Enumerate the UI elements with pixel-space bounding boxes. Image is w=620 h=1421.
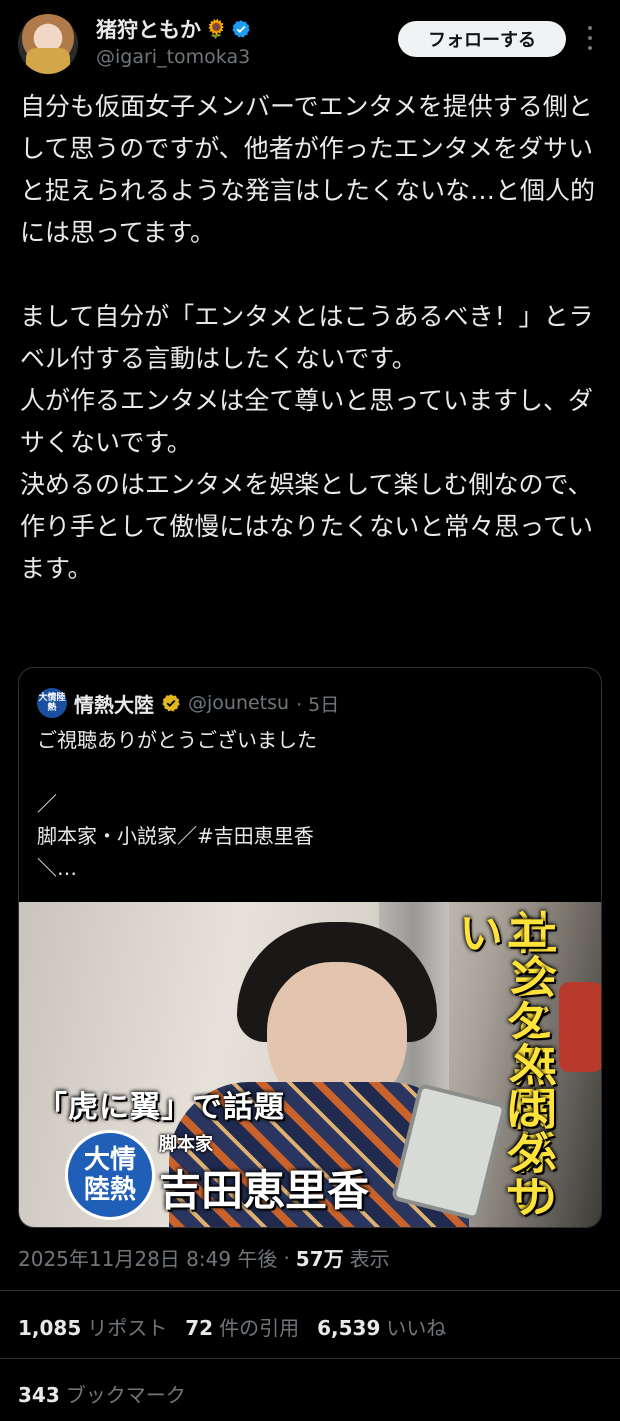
quoted-display-name: 情熱大陸 xyxy=(74,692,154,717)
tweet-text: 自分も仮面女子メンバーでエンタメを提供する側として思うのですが、他者が作ったエン… xyxy=(20,92,596,583)
likes-count: 6,539 xyxy=(317,1316,381,1340)
bookmarks-count: 343 xyxy=(18,1383,60,1407)
quotes-label: 件の引用 xyxy=(219,1316,300,1340)
tweet-header: 猪狩ともか 🌻 @igari_tomoka3 フォローする xyxy=(0,0,620,80)
likes-stat[interactable]: 6,539 いいね xyxy=(317,1312,446,1341)
quoted-time: · 5日 xyxy=(296,693,340,716)
divider xyxy=(0,1290,620,1291)
bookmarks-label: ブックマーク xyxy=(65,1383,186,1407)
image-person-name: 吉田恵里香 xyxy=(159,1166,370,1215)
quoted-tweet[interactable]: 大情陸熱 情熱大陸 @jounetsu · 5日 ご視聴ありがとうございました … xyxy=(18,667,602,1228)
reposts-label: リポスト xyxy=(87,1316,168,1340)
divider xyxy=(0,1358,620,1359)
reposts-count: 1,085 xyxy=(18,1316,82,1340)
likes-label: いいね xyxy=(386,1316,447,1340)
meta-separator: · xyxy=(283,1245,290,1270)
follow-button[interactable]: フォローする xyxy=(398,21,566,57)
more-options-icon[interactable] xyxy=(583,26,597,50)
image-toy xyxy=(559,982,601,1072)
image-headline: 「虎に翼」で話題 xyxy=(37,1090,285,1125)
timestamp[interactable]: 2025年11月28日 8:49 午後 xyxy=(18,1243,277,1272)
tweet-meta: 2025年11月28日 8:49 午後 · 57万 表示 xyxy=(18,1243,390,1272)
quoted-tweet-header: 大情陸熱 情熱大陸 @jounetsu · 5日 xyxy=(37,688,339,718)
avatar[interactable] xyxy=(18,14,78,74)
quoted-handle: @jounetsu xyxy=(188,692,290,714)
quoted-text: ご視聴ありがとうございました ／ 脚本家・小説家／#吉田恵里香 ＼… xyxy=(37,728,317,880)
views-label: 表示 xyxy=(349,1247,390,1271)
image-role-caption: 脚本家 xyxy=(159,1134,213,1155)
handle[interactable]: @igari_tomoka3 xyxy=(96,46,250,68)
affiliate-gold-badge-icon xyxy=(162,694,180,712)
views-count: 57万 xyxy=(295,1247,344,1271)
image-program-logo: 大情 陸熱 xyxy=(65,1130,155,1220)
sunflower-icon: 🌻 xyxy=(205,18,228,40)
display-name[interactable]: 猪狩ともか xyxy=(96,14,201,44)
quoted-media-image[interactable]: 「虎に翼」で話題 大情 陸熱 脚本家 吉田恵里香 社会と無関係の エンタメはダサ… xyxy=(19,902,601,1227)
verified-badge-icon xyxy=(232,20,251,38)
quoted-avatar: 大情陸熱 xyxy=(37,688,67,718)
reposts-stat[interactable]: 1,085 リポスト xyxy=(18,1312,167,1341)
quotes-stat[interactable]: 72 件の引用 xyxy=(185,1312,299,1341)
engagement-stats: 1,085 リポスト 72 件の引用 6,539 いいね xyxy=(18,1312,446,1341)
quotes-count: 72 xyxy=(185,1316,214,1340)
bookmarks-stat[interactable]: 343 ブックマーク xyxy=(18,1379,186,1408)
image-vertical-caption-2: エンタメはダサい xyxy=(451,910,548,1218)
name-row: 猪狩ともか 🌻 xyxy=(96,14,251,44)
